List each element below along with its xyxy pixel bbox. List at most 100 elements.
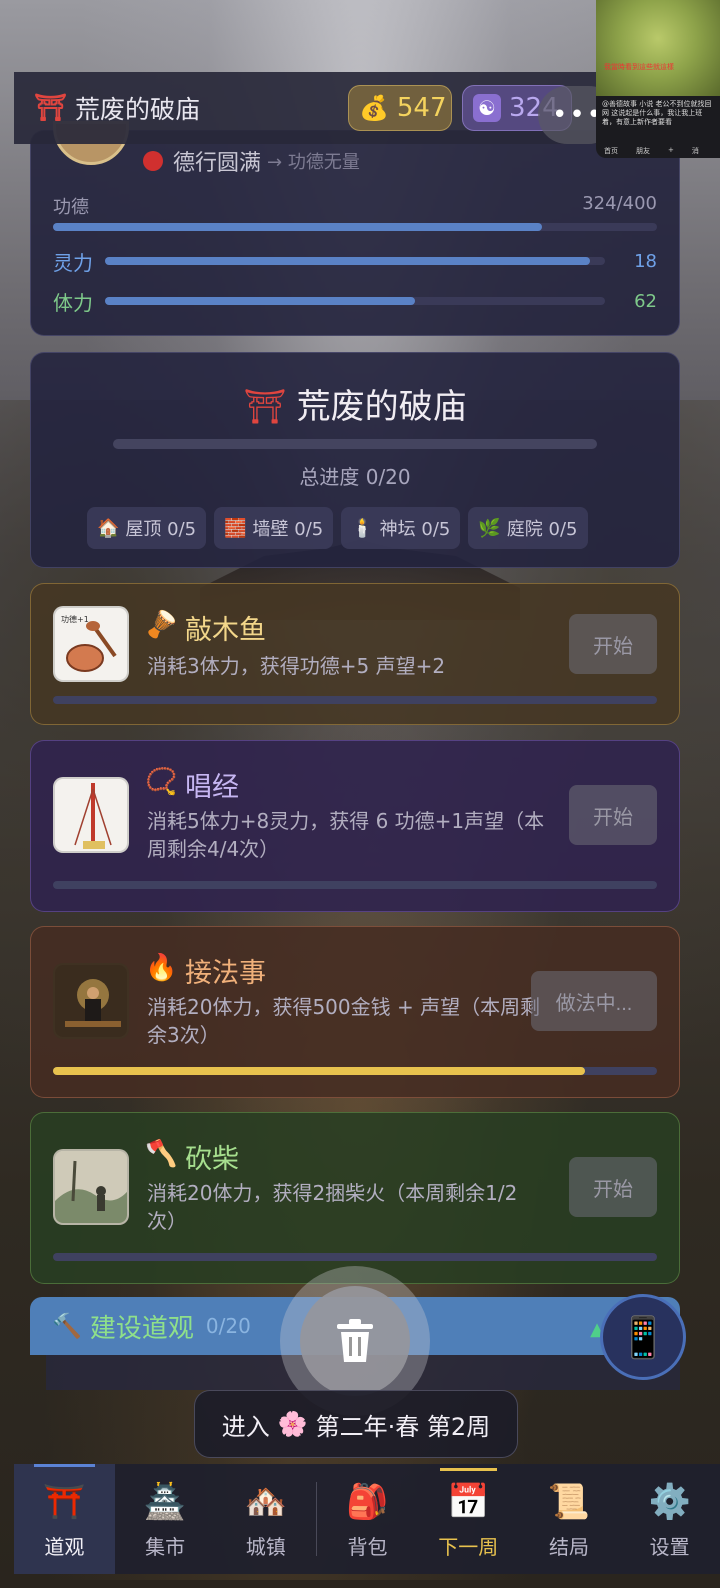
nav-next-week[interactable]: 📅 下一周	[418, 1464, 519, 1574]
video-nav-friends[interactable]: 朋友	[636, 146, 650, 156]
task-card-ritual: 🔥 接法事 消耗20体力，获得500金钱 + 声望（本周剩余3次） 做法中...	[30, 926, 680, 1098]
status-card: 德行圆满 → 功德无量 功德 324/400 灵力 18 体力 62	[30, 121, 680, 336]
part-roof[interactable]: 🏠 屋顶 0/5	[87, 507, 207, 549]
house-icon: 🏠	[97, 517, 120, 539]
merit-progress-bar	[53, 223, 657, 231]
part-wall[interactable]: 🧱 墙壁 0/5	[214, 507, 334, 549]
nav-backpack[interactable]: 🎒 背包	[317, 1464, 418, 1574]
virtue-next: → 功德无量	[267, 152, 360, 173]
spirit-row: 灵力 18	[53, 249, 657, 275]
spirit-value: 18	[634, 250, 657, 272]
nav-ending[interactable]: 📜 结局	[519, 1464, 620, 1574]
build-title: 建设道观	[89, 1313, 194, 1344]
task-description: 消耗3体力，获得功德+5 声望+2	[147, 654, 446, 678]
in-progress-button[interactable]: 做法中...	[531, 971, 657, 1031]
task-progress-bar	[53, 881, 657, 889]
market-icon: 🏯	[143, 1481, 187, 1522]
nav-temple[interactable]: ⛩️ 道观	[14, 1464, 115, 1574]
spirit-bar	[105, 257, 605, 265]
stamina-bar-fill	[105, 297, 415, 305]
week-prefix: 进入	[221, 1412, 270, 1441]
task-progress-bar	[53, 1067, 657, 1075]
money-bag-icon: 💰	[359, 94, 389, 122]
wood-fish-thumbnail: 功德+1	[53, 606, 129, 682]
part-label: 墙壁 0/5	[252, 519, 324, 540]
video-caption: 我當時看到這些就這樣	[604, 63, 674, 71]
task-progress-bar	[53, 696, 657, 704]
town-icon: 🏘️	[244, 1481, 287, 1522]
herb-icon: 🌿	[478, 517, 501, 539]
temple-parts: 🏠 屋顶 0/5 🧱 墙壁 0/5 🕯️ 神坛 0/5 🌿 庭院 0/5	[87, 507, 588, 549]
trash-icon	[337, 1319, 373, 1362]
ritual-thumbnail	[53, 963, 129, 1039]
stamina-value: 62	[634, 290, 657, 312]
virtue-name: 德行圆满	[173, 151, 262, 176]
floating-video-window[interactable]: 我當時看到這些就這樣 @善德故事 小说 老公不到位就找回网 这说起是什么事，我让…	[596, 0, 720, 158]
coin-value: 547	[396, 93, 447, 123]
video-nav-add[interactable]: +	[668, 146, 674, 156]
calendar-icon: 📅	[447, 1481, 490, 1522]
drum-icon: 🪘	[145, 610, 178, 640]
spirit-bar-fill	[105, 257, 590, 265]
nav-label: 设置	[649, 1534, 690, 1559]
virtue-row: 德行圆满 → 功德无量	[143, 145, 360, 177]
temple-progress-bar	[113, 439, 597, 449]
week-label: 第二年·春 第2周	[315, 1412, 491, 1441]
task-card-chant: 📿 唱经 消耗5体力+8灵力，获得 6 功德+1声望（本周剩余4/4次） 开始	[30, 740, 680, 912]
part-label: 庭院 0/5	[506, 519, 578, 540]
gear-icon: ⚙️	[648, 1481, 691, 1522]
temple-title: ⛩ 荒废的破庙	[31, 379, 679, 428]
merit-progress-fill	[53, 223, 543, 231]
stamina-row: 体力 62	[53, 289, 657, 315]
part-label: 神坛 0/5	[379, 519, 451, 540]
chant-thumbnail	[53, 777, 129, 853]
nav-label: 背包	[347, 1534, 388, 1559]
video-nav: 首页 朋友 + 消	[604, 146, 716, 156]
task-description: 消耗5体力+8灵力，获得 6 功德+1声望（本周剩余4/4次）	[147, 809, 545, 861]
task-title: 唱经	[185, 772, 239, 803]
start-button[interactable]: 开始	[569, 614, 657, 674]
next-week-banner[interactable]: 进入 🌸 第二年·春 第2周	[194, 1390, 518, 1458]
cherry-blossom-icon: 🌸	[277, 1410, 308, 1438]
stamina-bar	[105, 297, 605, 305]
bottom-navigation: ⛩️ 道观 🏯 集市 🏘️ 城镇 🎒 背包 📅 下一周 📜 结局 ⚙️ 设置	[14, 1464, 720, 1574]
part-altar[interactable]: 🕯️ 神坛 0/5	[341, 507, 461, 549]
task-description: 消耗20体力，获得2捆柴火（本周剩余1/2次）	[147, 1181, 518, 1233]
video-nav-home[interactable]: 首页	[604, 146, 618, 156]
video-description: @善德故事 小说 老公不到位就找回网 这说起是什么事，我让我上班着，有意上新作者…	[602, 100, 712, 127]
torii-icon: ⛩	[243, 387, 287, 427]
nav-label: 结局	[548, 1534, 589, 1559]
temple-progress-text: 总进度 0/20	[299, 465, 411, 489]
task-card-chop-wood: 🪓 砍柴 消耗20体力，获得2捆柴火（本周剩余1/2次） 开始	[30, 1112, 680, 1284]
candle-icon: 🕯️	[351, 517, 374, 539]
video-nav-messages[interactable]: 消	[692, 146, 699, 156]
trash-button[interactable]	[300, 1286, 410, 1396]
nav-town[interactable]: 🏘️ 城镇	[215, 1464, 316, 1574]
scroll-icon: 📜	[547, 1481, 591, 1522]
hammer-icon: 🔨	[52, 1312, 82, 1340]
fire-icon: 🔥	[145, 953, 178, 983]
nav-settings[interactable]: ⚙️ 设置	[619, 1464, 720, 1574]
temple-card: ⛩ 荒废的破庙 总进度 0/20 🏠 屋顶 0/5 🧱 墙壁 0/5 🕯️ 神坛 0/5…	[30, 352, 680, 568]
task-progress-fill	[53, 1067, 585, 1075]
axe-icon: 🪓	[145, 1139, 178, 1169]
start-button[interactable]: 开始	[569, 785, 657, 845]
part-courtyard[interactable]: 🌿 庭院 0/5	[468, 507, 588, 549]
temple-name: 荒废的破庙	[296, 387, 467, 427]
backpack-icon: 🎒	[346, 1481, 389, 1522]
location-title: 荒废的破庙	[75, 95, 201, 124]
nav-label: 城镇	[245, 1534, 286, 1559]
phone-button[interactable]: 📱	[600, 1294, 686, 1380]
merit-label: 功德	[53, 197, 89, 218]
coin-counter[interactable]: 💰 547	[348, 85, 452, 131]
start-button[interactable]: 开始	[569, 1157, 657, 1217]
task-progress-bar	[53, 1253, 657, 1261]
task-title: 接法事	[185, 958, 266, 989]
thumb-caption: 功德+1	[61, 614, 89, 624]
task-card-wood-fish: 功德+1 🪘 敲木鱼 消耗3体力，获得功德+5 声望+2 开始	[30, 583, 680, 725]
virtue-status-dot	[143, 151, 163, 171]
build-count: 0/20	[205, 1314, 251, 1338]
nav-market[interactable]: 🏯 集市	[115, 1464, 216, 1574]
merit-count: 324/400	[582, 193, 657, 214]
yin-yang-icon: ☯	[473, 94, 501, 122]
